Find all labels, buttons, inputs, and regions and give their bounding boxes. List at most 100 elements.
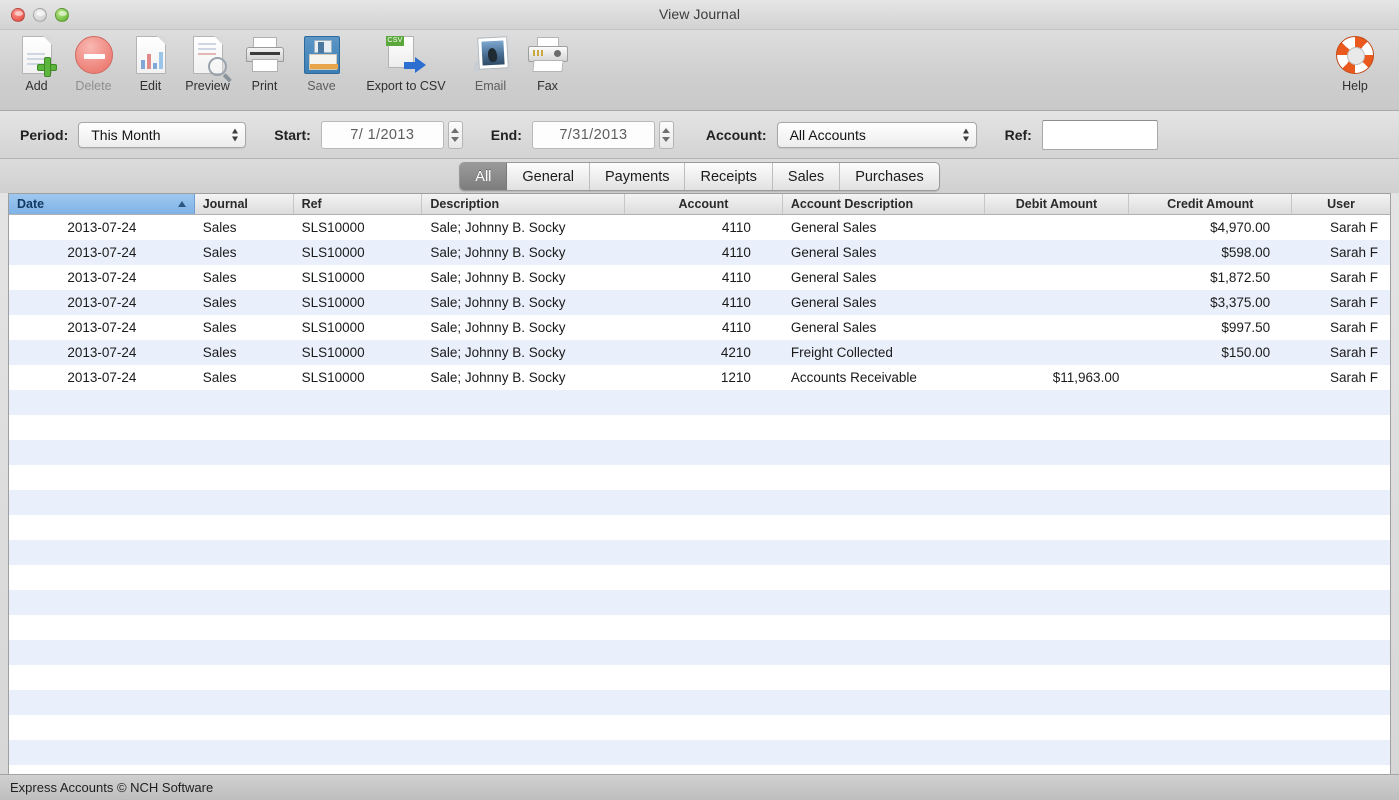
chevron-updown-icon <box>962 128 969 141</box>
column-header-credit-amount[interactable]: Credit Amount <box>1129 194 1293 214</box>
cell-user: Sarah F <box>1329 220 1378 235</box>
table-row[interactable]: 2013-07-24 Sales SLS10000 Sale; Johnny B. S… <box>9 240 1390 265</box>
document-edit-icon <box>128 32 174 78</box>
cell-description: Sale; Johnny B. Socky <box>430 370 566 385</box>
preview-button[interactable]: Preview <box>179 30 236 93</box>
cell-account-description: General Sales <box>790 245 877 260</box>
cell-date: 2013-07-24 <box>67 345 137 360</box>
document-preview-icon <box>185 32 231 78</box>
table-row-empty <box>9 665 1390 690</box>
fax-button[interactable]: Fax <box>519 30 576 93</box>
column-header-description[interactable]: Description <box>422 194 626 214</box>
cell-journal: Sales <box>202 245 237 260</box>
column-header-date-label: Date <box>17 197 45 211</box>
column-header-user[interactable]: User <box>1292 194 1390 214</box>
table-row-empty <box>9 465 1390 490</box>
table-row-empty <box>9 565 1390 590</box>
column-header-ref[interactable]: Ref <box>294 194 423 214</box>
column-header-account-description[interactable]: Account Description <box>783 194 985 214</box>
chevron-updown-icon <box>232 128 239 141</box>
tab-sales[interactable]: Sales <box>773 163 841 190</box>
cell-ref: SLS10000 <box>301 295 365 310</box>
cell-ref: SLS10000 <box>301 245 365 260</box>
print-button-label: Print <box>251 79 278 93</box>
end-label: End: <box>490 126 522 143</box>
cell-account: 4110 <box>721 270 751 285</box>
toolbar: Add Delete Edit Preview Print Save CSV E… <box>0 30 1399 111</box>
export-to-csv-button-label: Export to CSV <box>366 79 446 93</box>
cell-ref: SLS10000 <box>301 320 365 335</box>
email-button[interactable]: Email <box>462 30 519 93</box>
delete-button[interactable]: Delete <box>65 30 122 93</box>
table-row-empty <box>9 690 1390 715</box>
fax-machine-icon <box>525 32 571 78</box>
account-label: Account: <box>705 126 767 143</box>
cell-date: 2013-07-24 <box>67 270 137 285</box>
cell-credit-amount: $598.00 <box>1221 245 1271 260</box>
ref-input[interactable] <box>1041 119 1158 150</box>
cell-description: Sale; Johnny B. Socky <box>430 220 566 235</box>
edit-button[interactable]: Edit <box>122 30 179 93</box>
cell-date: 2013-07-24 <box>67 320 137 335</box>
cell-account: 4110 <box>721 220 751 235</box>
start-date-stepper[interactable] <box>447 120 463 149</box>
tab-bar: All General Payments Receipts Sales Purc… <box>0 159 1399 193</box>
export-to-csv-button[interactable]: CSV Export to CSV <box>350 30 462 93</box>
period-select-value: This Month <box>91 126 161 143</box>
cell-account: 4110 <box>721 320 751 335</box>
end-date-stepper[interactable] <box>658 120 674 149</box>
cell-account: 4110 <box>721 245 751 260</box>
cell-user: Sarah F <box>1329 270 1378 285</box>
table-row-empty <box>9 765 1390 774</box>
column-header-debit-amount[interactable]: Debit Amount <box>985 194 1130 214</box>
add-button[interactable]: Add <box>8 30 65 93</box>
start-date-value: 7/ 1/2013 <box>350 126 415 143</box>
table-row[interactable]: 2013-07-24 Sales SLS10000 Sale; Johnny B. S… <box>9 215 1390 240</box>
life-ring-icon <box>1332 32 1378 78</box>
table-row-empty <box>9 490 1390 515</box>
table-row[interactable]: 2013-07-24 Sales SLS10000 Sale; Johnny B. S… <box>9 340 1390 365</box>
end-date-value: 7/31/2013 <box>559 126 628 143</box>
print-button[interactable]: Print <box>236 30 293 93</box>
account-select[interactable]: All Accounts <box>776 121 977 148</box>
account-select-value: All Accounts <box>789 126 866 143</box>
cell-account-description: General Sales <box>790 270 877 285</box>
filter-bar: Period: This Month Start: 7/ 1/2013 End:… <box>0 111 1399 159</box>
cell-description: Sale; Johnny B. Socky <box>430 345 566 360</box>
end-date-input[interactable]: 7/31/2013 <box>531 120 655 149</box>
cell-date: 2013-07-24 <box>67 220 137 235</box>
document-add-icon <box>14 32 60 78</box>
cell-account-description: General Sales <box>790 220 877 235</box>
table-body: 2013-07-24 Sales SLS10000 Sale; Johnny B. S… <box>9 215 1390 774</box>
cell-account: 1210 <box>720 370 751 385</box>
cell-user: Sarah F <box>1329 320 1378 335</box>
column-header-account[interactable]: Account <box>625 194 783 214</box>
cell-description: Sale; Johnny B. Socky <box>430 320 566 335</box>
cell-description: Sale; Johnny B. Socky <box>430 245 566 260</box>
table-row-empty <box>9 740 1390 765</box>
delete-button-label: Delete <box>75 79 112 93</box>
column-header-journal[interactable]: Journal <box>195 194 294 214</box>
column-header-date[interactable]: Date <box>9 194 195 214</box>
table-row-empty <box>9 640 1390 665</box>
tab-all[interactable]: All <box>460 163 508 190</box>
start-label: Start: <box>274 126 311 143</box>
save-button[interactable]: Save <box>293 30 350 93</box>
help-button[interactable]: Help <box>1325 32 1385 93</box>
cell-date: 2013-07-24 <box>67 295 137 310</box>
cell-journal: Sales <box>202 370 237 385</box>
period-select[interactable]: This Month <box>78 121 247 148</box>
table-row[interactable]: 2013-07-24 Sales SLS10000 Sale; Johnny B. S… <box>9 365 1390 390</box>
tab-receipts[interactable]: Receipts <box>685 163 773 190</box>
table-row[interactable]: 2013-07-24 Sales SLS10000 Sale; Johnny B. S… <box>9 265 1390 290</box>
tab-payments[interactable]: Payments <box>590 163 686 190</box>
cell-ref: SLS10000 <box>301 220 365 235</box>
table-row-empty <box>9 590 1390 615</box>
table-row[interactable]: 2013-07-24 Sales SLS10000 Sale; Johnny B. S… <box>9 290 1390 315</box>
cell-user: Sarah F <box>1329 345 1378 360</box>
tab-general[interactable]: General <box>507 163 590 190</box>
table-row[interactable]: 2013-07-24 Sales SLS10000 Sale; Johnny B. S… <box>9 315 1390 340</box>
tab-purchases[interactable]: Purchases <box>840 163 939 190</box>
start-date-input[interactable]: 7/ 1/2013 <box>320 120 444 149</box>
minus-circle-icon <box>71 32 117 78</box>
